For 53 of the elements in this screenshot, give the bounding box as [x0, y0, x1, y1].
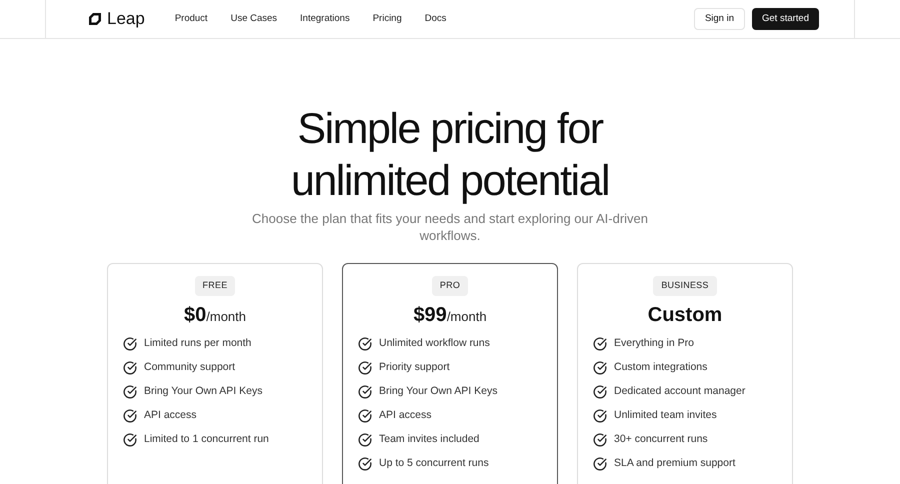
feature-text: Team invites included [379, 432, 480, 447]
check-circle-icon [358, 456, 372, 470]
check-circle-icon [358, 384, 372, 398]
check-circle-icon [358, 336, 372, 350]
check-circle-icon [123, 360, 137, 374]
feature-text: Priority support [379, 360, 450, 375]
feature-text: Dedicated account manager [614, 384, 746, 399]
feature-text: Community support [144, 360, 236, 375]
hero-title: Simple pricing for unlimited potential [290, 104, 610, 207]
feature-text: Unlimited team invites [614, 408, 717, 423]
nav-link[interactable]: Integrations [300, 12, 350, 26]
plan-badge: FREE [194, 276, 236, 296]
nav-link[interactable]: Pricing [372, 12, 402, 26]
check-circle-icon [593, 336, 607, 350]
price-period: /month [206, 308, 246, 326]
plan-badge: BUSINESS [653, 276, 717, 296]
nav-link[interactable]: Product [174, 12, 208, 26]
check-circle-icon [123, 408, 137, 422]
feature-text: Unlimited workflow runs [379, 336, 490, 351]
nav-link[interactable]: Use Cases [230, 12, 278, 26]
check-circle-icon [593, 408, 607, 422]
check-circle-icon [593, 384, 607, 398]
check-circle-icon [593, 360, 607, 374]
get-started-button[interactable]: Get started [752, 8, 819, 30]
feature-text: Bring Your Own API Keys [379, 384, 498, 399]
plan-badge: PRO [432, 276, 468, 296]
feature-text: API access [379, 408, 432, 423]
price-period: /month [446, 308, 487, 326]
logo-icon [88, 12, 102, 26]
check-circle-icon [123, 384, 137, 398]
sign-in-button[interactable]: Sign in [694, 8, 745, 30]
feature-text: Limited to 1 concurrent run [144, 432, 269, 447]
brand-name: Leap [107, 8, 145, 30]
check-circle-icon [358, 408, 372, 422]
hero-subtitle: Choose the plan that fits your needs and start exploring our AI-driven workflows. [250, 210, 649, 244]
check-circle-icon [593, 456, 607, 470]
feature-text: 30+ concurrent runs [614, 432, 708, 447]
plan-price: $99 [413, 302, 447, 328]
nav-link[interactable]: Docs [424, 12, 446, 26]
feature-text: Custom integrations [614, 360, 708, 375]
feature-text: API access [144, 408, 197, 423]
check-circle-icon [123, 336, 137, 350]
check-circle-icon [358, 432, 372, 446]
check-circle-icon [593, 432, 607, 446]
check-circle-icon [123, 432, 137, 446]
feature-text: Up to 5 concurrent runs [379, 456, 489, 471]
feature-text: Bring Your Own API Keys [144, 384, 262, 399]
feature-text: SLA and premium support [614, 456, 736, 471]
feature-text: Limited runs per month [144, 336, 252, 351]
feature-text: Everything in Pro [614, 336, 694, 351]
plan-price: $0 [184, 302, 206, 328]
check-circle-icon [358, 360, 372, 374]
plan-price: Custom [648, 302, 722, 328]
